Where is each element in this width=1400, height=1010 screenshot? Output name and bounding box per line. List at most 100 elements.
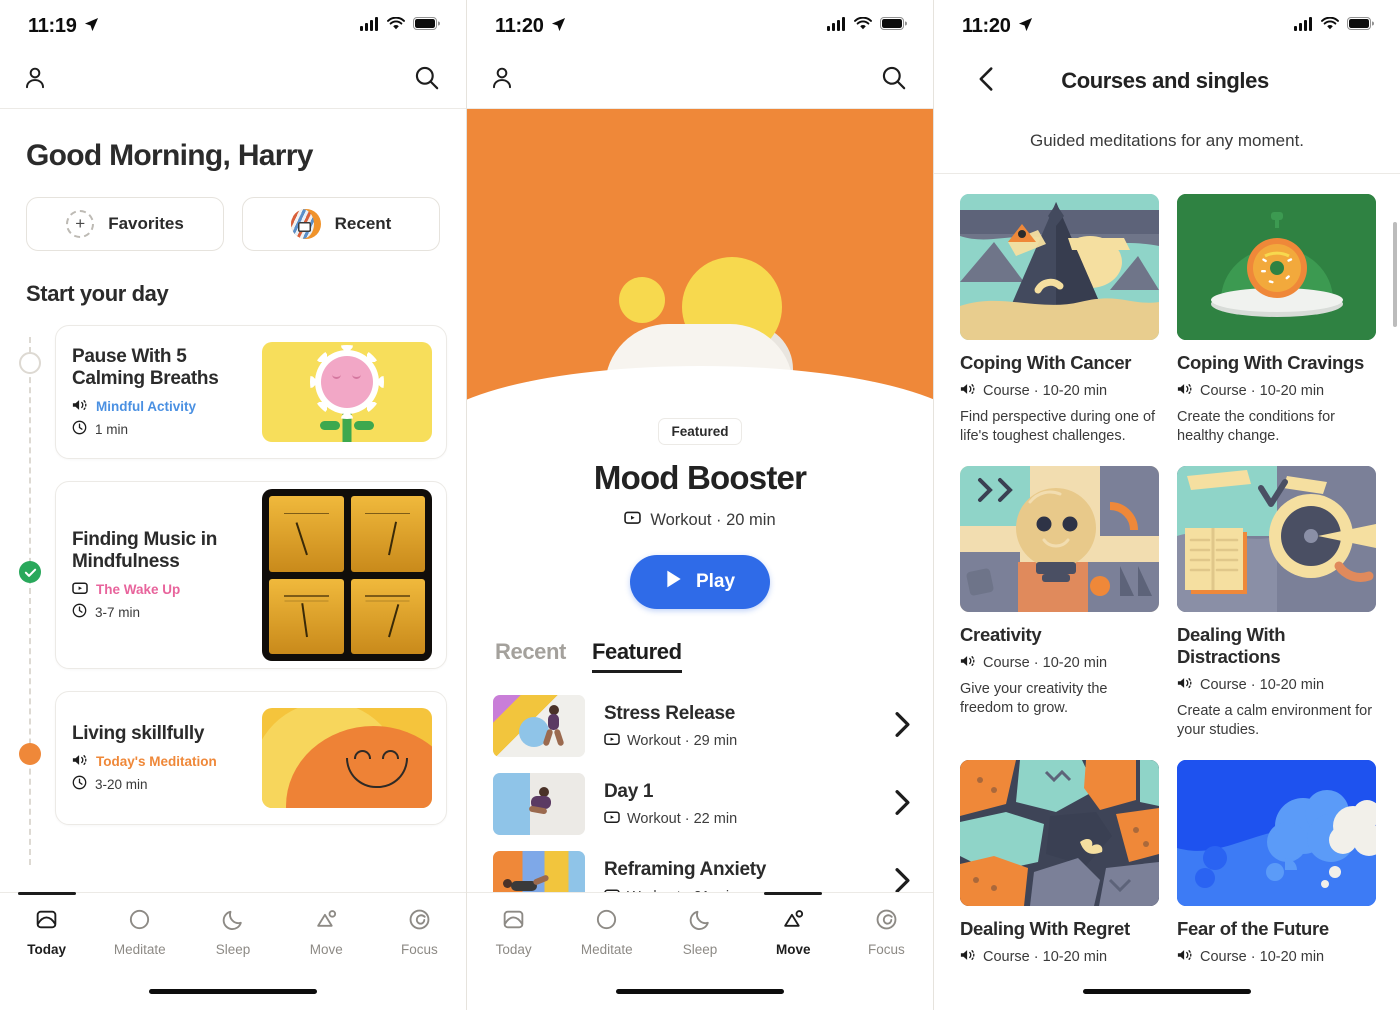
tab-label: Meditate: [113, 942, 166, 957]
search-icon[interactable]: [880, 64, 907, 96]
tab-move[interactable]: Move: [747, 892, 840, 971]
course-art-lightbulb: [960, 466, 1159, 613]
hero-meta: Workout · 20 min: [467, 510, 933, 530]
task-category: The Wake Up: [72, 581, 252, 598]
status-time: 11:20: [962, 14, 1011, 37]
course-meta-label: Course · 10-20 min: [1200, 382, 1325, 399]
move-icon: [314, 907, 339, 935]
task-item[interactable]: Pause With 5 Calming Breaths Mindful Act…: [0, 325, 466, 459]
task-card[interactable]: Finding Music in Mindfulness The Wake Up: [55, 481, 447, 669]
course-description: Give your creativity the freedom to grow…: [960, 680, 1108, 717]
tab-sleep[interactable]: Sleep: [186, 893, 279, 971]
person-icon[interactable]: [489, 65, 515, 96]
battery-icon: [880, 17, 907, 35]
play-button[interactable]: Play: [630, 555, 770, 609]
screen-move: 11:20 Featured Mood Booster Workout · 20…: [467, 0, 934, 1010]
course-card[interactable]: Coping With Cancer Course · 10-20 min Fi…: [960, 194, 1159, 446]
recent-label: Recent: [334, 214, 392, 233]
segmented-tabs: Recent Featured: [467, 609, 933, 673]
task-card[interactable]: Pause With 5 Calming Breaths Mindful Act…: [55, 325, 447, 459]
tab-label: Meditate: [580, 942, 633, 957]
task-thumbnail-sun: [262, 708, 432, 808]
battery-icon: [1347, 17, 1374, 35]
person-icon[interactable]: [22, 65, 48, 96]
chevron-left-icon[interactable]: [978, 66, 994, 96]
task-timeline: Pause With 5 Calming Breaths Mindful Act…: [0, 307, 466, 865]
tab-today[interactable]: Today: [0, 892, 93, 971]
section-heading: Start your day: [26, 281, 169, 306]
task-duration-label: 3-20 min: [95, 776, 148, 792]
recent-pill[interactable]: Recent: [242, 197, 440, 251]
screen-today: 11:19 Good Morning, Harry + Favorites Re…: [0, 0, 467, 1010]
video-icon: [604, 810, 620, 828]
course-art-donut-cloche: [1177, 194, 1376, 340]
course-title: Dealing With Distractions: [1177, 624, 1286, 667]
task-thumbnail-flower: [262, 342, 432, 442]
tab-focus[interactable]: Focus: [373, 893, 466, 971]
task-duration: 3-7 min: [72, 603, 252, 621]
page-subtitle: Guided meditations for any moment.: [1029, 131, 1305, 150]
tab-focus[interactable]: Focus: [840, 893, 933, 971]
today-icon: [501, 907, 526, 935]
course-card[interactable]: Coping With Cravings Course · 10-20 min …: [1177, 194, 1376, 446]
course-title: Coping With Cravings: [1177, 352, 1365, 373]
list-item-text: Stress Release Workout · 29 min: [604, 703, 875, 750]
tabs: Today Meditate Sleep Move Focus: [467, 892, 933, 971]
chevron-right-icon[interactable]: [894, 711, 911, 742]
list-item[interactable]: Stress Release Workout · 29 min: [467, 687, 933, 765]
status-time: 11:19: [28, 14, 77, 37]
tab-label: Today: [27, 942, 66, 957]
scrollbar[interactable]: [1393, 222, 1397, 327]
vu-meter: [269, 496, 344, 572]
status-icons: [1294, 16, 1374, 36]
tabs: Today Meditate Sleep Move Focus: [0, 892, 466, 971]
tab-label: Sleep: [682, 942, 718, 957]
task-card[interactable]: Living skillfully Today's Meditation 3-2…: [55, 691, 447, 825]
course-title: Fear of the Future: [1177, 917, 1329, 939]
task-thumbnail-vu-meters: [262, 489, 432, 661]
vu-meter-grid: [269, 496, 425, 654]
task-item[interactable]: Finding Music in Mindfulness The Wake Up: [0, 481, 466, 669]
play-label: Play: [695, 571, 736, 592]
status-bar: 11:20: [934, 0, 1400, 52]
task-item[interactable]: Living skillfully Today's Meditation 3-2…: [0, 691, 466, 825]
top-nav: [0, 52, 466, 109]
task-text: Finding Music in Mindfulness The Wake Up: [72, 529, 262, 621]
clock-icon: [72, 603, 87, 621]
chevron-right-icon[interactable]: [894, 789, 911, 820]
tab-recent[interactable]: Recent: [495, 639, 566, 670]
task-category-label: Today's Meditation: [96, 754, 217, 770]
task-duration: 1 min: [72, 420, 252, 438]
top-nav: Courses and singles: [934, 52, 1400, 109]
course-card[interactable]: Dealing With Distractions Course · 10-20…: [1177, 466, 1376, 740]
tab-meditate[interactable]: Meditate: [93, 893, 186, 971]
flower-face: [321, 356, 373, 408]
tab-featured[interactable]: Featured: [591, 639, 682, 673]
course-title: Creativity: [960, 624, 1042, 646]
speaker-icon: [72, 753, 88, 770]
list-item[interactable]: Day 1 Workout · 22 min: [467, 765, 933, 843]
timeline-dot-upcoming: [19, 352, 41, 374]
bottom-spacer: [934, 968, 1400, 1010]
video-icon: [604, 732, 620, 750]
tab-move[interactable]: Move: [280, 893, 373, 971]
course-thumbnail: [1177, 466, 1376, 613]
home-indicator: [616, 989, 784, 994]
tab-today[interactable]: Today: [467, 893, 560, 971]
thumb-figure: [542, 705, 567, 750]
list-item-thumbnail: [493, 695, 585, 757]
tab-label: Today: [495, 942, 532, 957]
clock-icon: [72, 420, 87, 438]
tab-meditate[interactable]: Meditate: [560, 893, 653, 971]
tab-sleep[interactable]: Sleep: [653, 893, 746, 971]
top-nav: [467, 52, 933, 109]
course-card[interactable]: Creativity Course · 10-20 min Give your …: [960, 466, 1159, 740]
today-icon: [34, 907, 59, 935]
vu-meter: [269, 578, 344, 654]
search-icon[interactable]: [413, 64, 440, 96]
favorites-pill[interactable]: + Favorites: [26, 197, 224, 251]
location-arrow-icon: [1018, 15, 1033, 38]
timeline-dot-active: [19, 743, 41, 765]
task-category-label: Mindful Activity: [96, 399, 196, 415]
video-icon: [72, 581, 88, 598]
